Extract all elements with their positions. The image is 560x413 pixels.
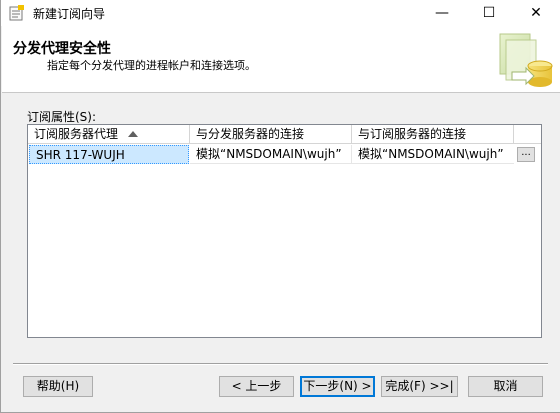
table-row[interactable]: SHR 117-WUJH 模拟“NMSDOMAIN\wujh” 模拟“NMSDO… — [28, 145, 541, 165]
title-bar: 新建订阅向导 — ☐ ✕ — [1, 0, 560, 26]
wizard-header: 分发代理安全性 指定每个分发代理的进程帐户和连接选项。 — [2, 26, 560, 93]
edit-security-button[interactable]: ... — [517, 147, 535, 162]
subscription-properties-grid[interactable]: 订阅服务器代理 与分发服务器的连接 与订阅服务器的连接 SHR 117-WUJH… — [27, 124, 542, 338]
column-header-action — [514, 125, 541, 144]
page-title: 分发代理安全性 — [13, 41, 111, 57]
footer-separator — [13, 363, 548, 365]
back-button[interactable]: < 上一步 — [219, 376, 294, 397]
minimize-button[interactable]: — — [419, 0, 465, 26]
column-header-subscriber-connection[interactable]: 与订阅服务器的连接 — [352, 125, 514, 144]
cancel-button[interactable]: 取消 — [468, 376, 543, 397]
finish-button[interactable]: 完成(F) >>| — [381, 376, 458, 397]
maximize-button[interactable]: ☐ — [466, 0, 512, 26]
grid-header: 订阅服务器代理 与分发服务器的连接 与订阅服务器的连接 — [28, 125, 541, 145]
subscription-properties-label: 订阅属性(S): — [27, 110, 97, 124]
wizard-window: 新建订阅向导 — ☐ ✕ 分发代理安全性 指定每个分发代理的进程帐户和连接选项。 — [0, 0, 560, 413]
next-button[interactable]: 下一步(N) > — [300, 376, 375, 397]
sort-ascending-icon — [128, 131, 138, 137]
column-header-distributor-connection[interactable]: 与分发服务器的连接 — [190, 125, 352, 144]
close-button[interactable]: ✕ — [513, 0, 559, 26]
column-header-subscriber-agent[interactable]: 订阅服务器代理 — [28, 125, 190, 144]
wizard-app-icon — [9, 5, 24, 21]
help-button[interactable]: 帮助(H) — [23, 376, 93, 397]
column-header-label: 订阅服务器代理 — [34, 127, 119, 141]
page-subtitle: 指定每个分发代理的进程帐户和连接选项。 — [47, 59, 256, 72]
window-title: 新建订阅向导 — [33, 7, 106, 21]
cell-subscriber-agent[interactable]: SHR 117-WUJH — [29, 145, 189, 164]
wizard-banner-icon — [499, 33, 553, 87]
cell-distributor-connection[interactable]: 模拟“NMSDOMAIN\wujh” — [190, 145, 352, 164]
cell-subscriber-connection[interactable]: 模拟“NMSDOMAIN\wujh” — [352, 145, 514, 164]
